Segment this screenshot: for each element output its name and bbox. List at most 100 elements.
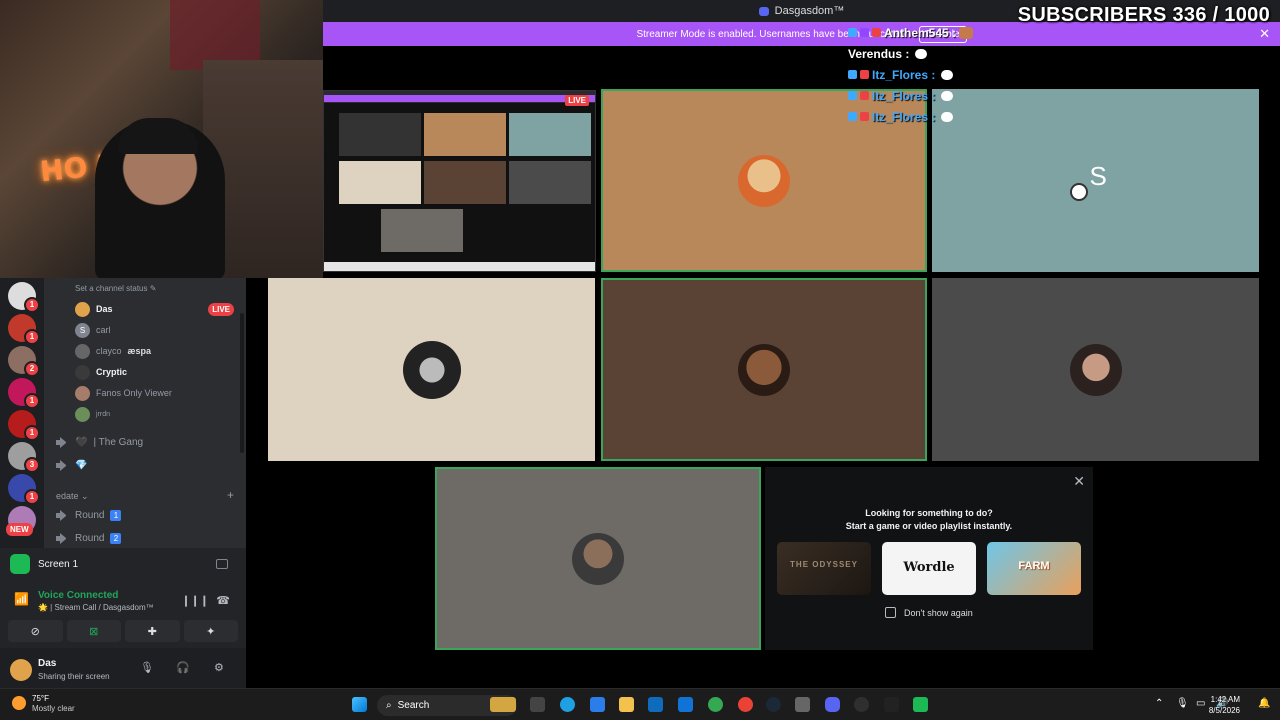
voice-channel-round-1[interactable]: Round 1 xyxy=(56,504,236,526)
activities-button[interactable]: ✚ xyxy=(125,620,180,642)
obs-icon[interactable] xyxy=(854,697,869,712)
voice-user[interactable]: Scarl xyxy=(75,320,235,340)
chat-message: Itz_Flores : xyxy=(848,85,1048,106)
activity-card-wordle[interactable]: Wordle xyxy=(882,542,976,595)
speaker-icon xyxy=(56,509,69,521)
avatar[interactable] xyxy=(10,659,32,681)
participant-avatar xyxy=(1069,343,1122,396)
participant-avatar xyxy=(572,532,624,585)
disconnect-icon[interactable]: ☎ xyxy=(216,594,230,607)
voice-user[interactable]: Cryptic xyxy=(75,362,235,382)
user-live-badge: LIVE xyxy=(208,303,234,316)
steam-icon[interactable] xyxy=(766,697,781,712)
checkbox[interactable] xyxy=(885,607,896,618)
settings-gear-icon[interactable]: ⚙ xyxy=(214,661,224,674)
voice-user[interactable]: jrrdn xyxy=(75,404,235,424)
headphones-icon[interactable]: 🎧 xyxy=(176,661,190,674)
microphone-icon[interactable]: 🎙 xyxy=(1176,698,1189,709)
subscriber-counter: SUBSCRIBERS 336 / 1000 xyxy=(1017,4,1270,26)
camera-off-button[interactable]: ⊘ xyxy=(8,620,63,642)
dont-show-again[interactable]: Don't show again xyxy=(885,607,973,618)
screen-share-preview[interactable]: LIVE xyxy=(323,90,596,272)
soundboard-button[interactable]: ✦ xyxy=(183,620,238,642)
channel-status-hint[interactable]: Set a channel status ✎ xyxy=(75,284,156,293)
live-badge: LIVE xyxy=(565,95,589,106)
participant-avatar xyxy=(402,340,461,399)
chrome-icon[interactable] xyxy=(738,697,753,712)
chat-message: Verendus : xyxy=(848,43,1048,64)
close-icon[interactable]: ✕ xyxy=(1073,473,1085,490)
participant-tile-goggles[interactable] xyxy=(268,278,595,461)
edge-icon[interactable] xyxy=(560,697,575,712)
emote-icon xyxy=(959,26,974,39)
chat-bubble-icon xyxy=(941,90,954,101)
notification-bell-icon[interactable]: 🔔 xyxy=(1258,698,1270,709)
app-icon[interactable] xyxy=(795,697,810,712)
file-icon[interactable] xyxy=(530,697,545,712)
windows-taskbar: 75°F Mostly clear ⌕ Search ⌃ 🎙 ▭ 🔊 1:42 … xyxy=(0,688,1280,720)
screen-share-button[interactable]: ⊠ xyxy=(66,620,121,642)
channel-scrollbar[interactable] xyxy=(240,313,244,453)
soccer-ball-icon xyxy=(1069,182,1088,201)
chrome-icon[interactable] xyxy=(708,697,723,712)
server-icon[interactable]: 1 xyxy=(8,314,40,345)
category-edate[interactable]: edate ⌄ xyxy=(56,491,89,502)
server-icon[interactable]: 1 xyxy=(8,378,40,409)
new-badge: NEW xyxy=(6,523,33,536)
app-icon xyxy=(10,554,30,574)
explorer-thumb-icon[interactable] xyxy=(490,697,516,712)
chat-message: Itz_Flores : xyxy=(848,106,1048,127)
activity-card-farm[interactable]: FARM xyxy=(987,542,1081,595)
microphone-icon[interactable]: 🎙 xyxy=(140,661,154,674)
voice-connected-status: 📶 Voice Connected 🌟 | Stream Call / Dasg… xyxy=(14,590,230,612)
server-icon[interactable]: 1 xyxy=(8,282,40,313)
screen-share-row[interactable]: Screen 1 xyxy=(10,554,78,574)
speaker-icon xyxy=(56,436,69,448)
signal-icon: 📶 xyxy=(14,592,29,606)
activity-card-odyssey[interactable]: THE ODYSSEY xyxy=(777,542,871,595)
voice-channel-gem[interactable]: 💎 xyxy=(56,454,236,476)
chat-message: Itz_Flores : xyxy=(848,64,1048,85)
network-icon[interactable]: ▭ xyxy=(1196,698,1205,709)
photos-icon[interactable] xyxy=(590,697,605,712)
start-icon[interactable] xyxy=(352,697,367,712)
voice-channel-round-2[interactable]: Round 2 xyxy=(56,527,236,548)
search-icon: ⌕ xyxy=(386,700,392,711)
discord-logo-icon xyxy=(758,6,769,16)
voice-channel-the-gang[interactable]: 🖤 | The Gang xyxy=(56,431,236,453)
clock[interactable]: 1:42 AM 8/5/2026 xyxy=(1209,694,1240,716)
participant-tile-self[interactable] xyxy=(435,467,761,650)
server-icon[interactable]: 3 xyxy=(8,442,40,473)
participant-tile-huey[interactable] xyxy=(601,278,927,461)
add-channel-icon[interactable]: + xyxy=(227,488,234,502)
voice-user[interactable]: Fanos Only Viewer xyxy=(75,383,235,403)
noise-suppression-icon[interactable]: ❙❙❙ xyxy=(181,594,209,607)
folder-icon[interactable] xyxy=(619,697,634,712)
store-icon[interactable] xyxy=(648,697,663,712)
chevron-up-icon[interactable]: ⌃ xyxy=(1155,698,1163,709)
server-icon[interactable]: 2 xyxy=(8,346,40,377)
activity-suggestions: ✕ Looking for something to do? Start a g… xyxy=(765,467,1093,650)
outlook-icon[interactable] xyxy=(678,697,693,712)
discord-icon[interactable] xyxy=(825,697,840,712)
speaker-icon xyxy=(56,459,69,471)
spotify-icon[interactable] xyxy=(913,697,928,712)
server-icon[interactable]: 1 xyxy=(8,410,40,441)
webcam-overlay: HO HO xyxy=(0,0,323,278)
banner-close-icon[interactable]: ✕ xyxy=(1259,26,1270,42)
weather-sun-icon xyxy=(12,696,26,710)
chat-bubble-icon xyxy=(915,48,928,59)
server-icon[interactable]: 1 xyxy=(8,474,40,505)
window-title: Dasgasdom™ xyxy=(774,5,845,17)
terminal-icon[interactable] xyxy=(884,697,899,712)
stream-chat-overlay: Anthem545 : Verendus : Itz_Flores : Itz_… xyxy=(848,22,1048,127)
voice-user[interactable]: clayco æspa xyxy=(75,341,235,361)
participant-avatar: S xyxy=(1069,155,1122,207)
stop-stream-icon[interactable] xyxy=(216,559,228,569)
weather-widget[interactable]: 75°F Mostly clear xyxy=(12,694,75,714)
participant-avatar xyxy=(738,154,790,207)
chat-message: Anthem545 : xyxy=(848,22,1048,43)
speaker-icon xyxy=(56,532,69,544)
participant-tile-woman[interactable] xyxy=(932,278,1259,461)
channel-list: Set a channel status ✎ Das LIVE Scarl cl… xyxy=(44,278,246,548)
